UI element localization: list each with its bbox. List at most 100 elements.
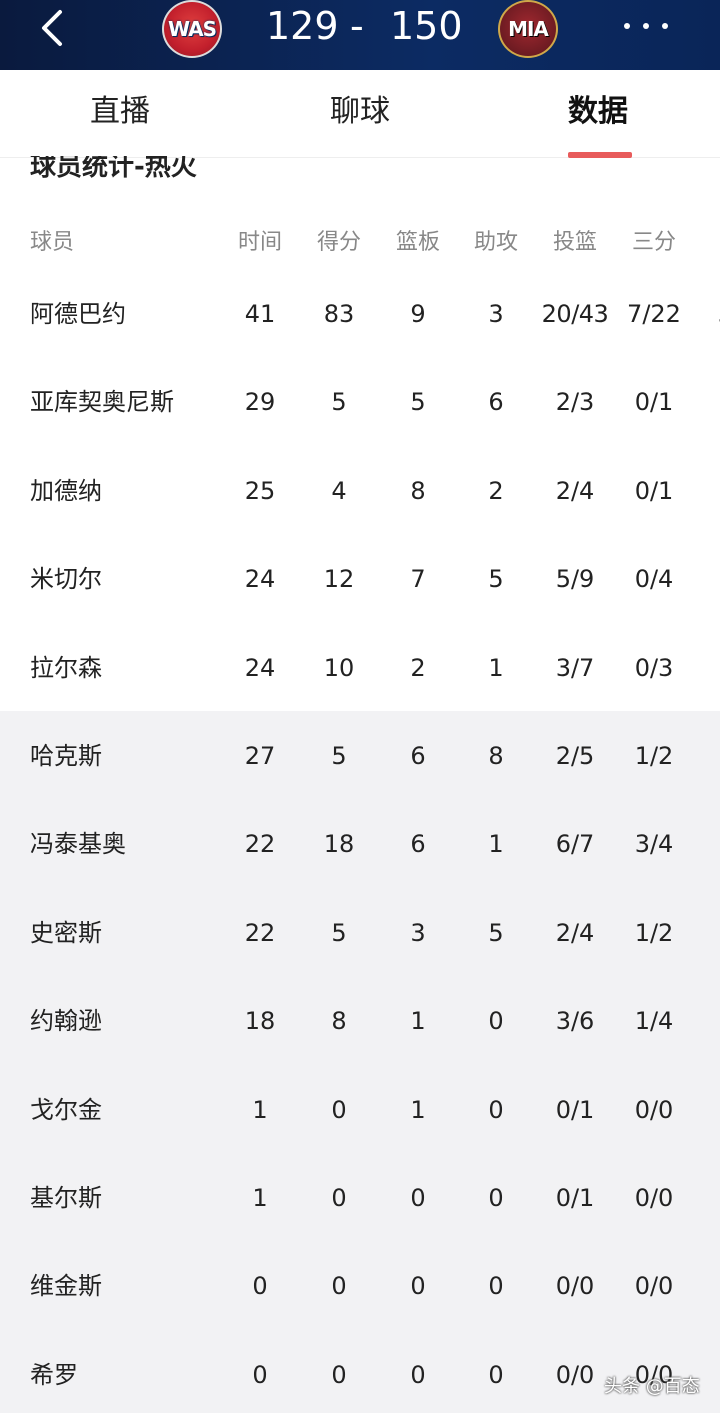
stat-fg: 6/7 — [555, 830, 595, 858]
player-name[interactable]: 戈尔金 — [30, 1092, 102, 1128]
stat-three: 0/0 — [634, 1272, 674, 1300]
stat-assists: 3 — [488, 300, 504, 328]
watermark: 头条 @百态 — [604, 1376, 700, 1397]
score-header: WAS 129 - 150 MIA — [0, 0, 720, 70]
stat-rebounds: 6 — [410, 830, 426, 858]
player-name[interactable]: 冯泰基奥 — [30, 826, 126, 862]
player-name[interactable]: 基尔斯 — [30, 1180, 102, 1216]
stat-three: 0/1 — [634, 388, 674, 416]
stat-time: 22 — [244, 919, 276, 947]
stat-three: 0/0 — [634, 1184, 674, 1212]
stat-fg: 2/4 — [555, 919, 595, 947]
away-team-abbr: MIA — [508, 17, 549, 41]
player-name[interactable]: 米切尔 — [30, 561, 102, 597]
stat-time: 41 — [244, 300, 276, 328]
stat-rebounds: 5 — [410, 388, 426, 416]
stat-time: 1 — [252, 1184, 268, 1212]
stat-rebounds: 1 — [410, 1007, 426, 1035]
stat-three: 0/0 — [634, 1096, 674, 1124]
stat-fg: 0/1 — [555, 1184, 595, 1212]
stat-points: 5 — [331, 742, 347, 770]
stat-rebounds: 8 — [410, 477, 426, 505]
stat-time: 18 — [244, 1007, 276, 1035]
stat-ft: 36 — [694, 296, 720, 332]
tab-live[interactable]: 直播 — [90, 92, 150, 132]
stat-assists: 1 — [488, 830, 504, 858]
more-dot-icon — [624, 23, 630, 29]
stat-points: 12 — [323, 565, 355, 593]
stat-ft: 1 — [694, 1003, 720, 1039]
column-header-fg[interactable]: 投篮 — [536, 225, 614, 261]
stat-three: 7/22 — [627, 300, 681, 328]
stat-points: 83 — [323, 300, 355, 328]
home-score: 129 — [266, 4, 339, 48]
player-name[interactable]: 维金斯 — [30, 1268, 102, 1304]
stat-rebounds: 2 — [410, 654, 426, 682]
stat-assists: 0 — [488, 1184, 504, 1212]
stat-assists: 2 — [488, 477, 504, 505]
home-team-abbr: WAS — [167, 17, 217, 41]
stat-assists: 0 — [488, 1096, 504, 1124]
stat-points: 5 — [331, 388, 347, 416]
column-header-rebounds[interactable]: 篮板 — [379, 225, 457, 261]
stat-time: 1 — [252, 1096, 268, 1124]
player-name[interactable]: 哈克斯 — [30, 738, 102, 774]
stat-assists: 5 — [488, 919, 504, 947]
stat-ft: 0 — [694, 915, 720, 951]
column-header-assists[interactable]: 助攻 — [457, 225, 535, 261]
player-name[interactable]: 史密斯 — [30, 915, 102, 951]
stat-rebounds: 0 — [410, 1184, 426, 1212]
column-header-points[interactable]: 得分 — [300, 225, 378, 261]
stat-ft: 0 — [694, 473, 720, 509]
player-name[interactable]: 加德纳 — [30, 473, 102, 509]
column-header-player[interactable]: 球员 — [30, 225, 74, 261]
stat-time: 0 — [252, 1361, 268, 1389]
away-team-logo[interactable]: MIA — [498, 0, 558, 58]
stat-time: 0 — [252, 1272, 268, 1300]
stat-three: 3/4 — [634, 830, 674, 858]
stat-ft: 0 — [694, 1268, 720, 1304]
stat-fg: 0/1 — [555, 1096, 595, 1124]
player-name[interactable]: 约翰逊 — [30, 1003, 102, 1039]
stat-three: 1/4 — [634, 1007, 674, 1035]
back-button[interactable] — [36, 8, 72, 48]
column-header-ft[interactable]: 罚 — [694, 225, 720, 261]
stat-time: 24 — [244, 654, 276, 682]
tab-chat[interactable]: 聊球 — [330, 92, 390, 132]
stat-fg: 2/5 — [555, 742, 595, 770]
stat-ft: 3 — [694, 826, 720, 862]
stat-points: 8 — [331, 1007, 347, 1035]
tab-bar: 直播 聊球 数据 — [0, 70, 720, 158]
stat-points: 0 — [331, 1184, 347, 1212]
stat-fg: 5/9 — [555, 565, 595, 593]
column-header-three[interactable]: 三分 — [615, 225, 693, 261]
stat-fg: 0/0 — [555, 1361, 595, 1389]
stat-points: 5 — [331, 919, 347, 947]
section-title: 球员统计-热火 — [30, 152, 197, 182]
player-name[interactable]: 希罗 — [30, 1357, 78, 1393]
stat-assists: 0 — [488, 1272, 504, 1300]
stat-rebounds: 6 — [410, 742, 426, 770]
stat-points: 4 — [331, 477, 347, 505]
column-header-time[interactable]: 时间 — [221, 225, 299, 261]
stat-three: 1/2 — [634, 919, 674, 947]
score-separator: - — [350, 4, 364, 48]
tab-stats[interactable]: 数据 — [568, 92, 628, 132]
more-dot-icon — [643, 23, 649, 29]
stat-time: 29 — [244, 388, 276, 416]
away-score: 150 — [390, 4, 463, 48]
home-team-logo[interactable]: WAS — [162, 0, 222, 58]
player-name[interactable]: 亚库契奥尼斯 — [30, 384, 174, 420]
more-options-button[interactable] — [624, 8, 668, 44]
stat-ft: 0 — [694, 1180, 720, 1216]
stat-time: 22 — [244, 830, 276, 858]
stat-ft: 1 — [694, 384, 720, 420]
stat-assists: 0 — [488, 1361, 504, 1389]
chevron-left-icon — [42, 10, 62, 46]
stat-assists: 1 — [488, 654, 504, 682]
player-name[interactable]: 拉尔森 — [30, 650, 102, 686]
stat-three: 0/3 — [634, 654, 674, 682]
stat-three: 1/2 — [634, 742, 674, 770]
stat-time: 27 — [244, 742, 276, 770]
player-name[interactable]: 阿德巴约 — [30, 296, 126, 332]
